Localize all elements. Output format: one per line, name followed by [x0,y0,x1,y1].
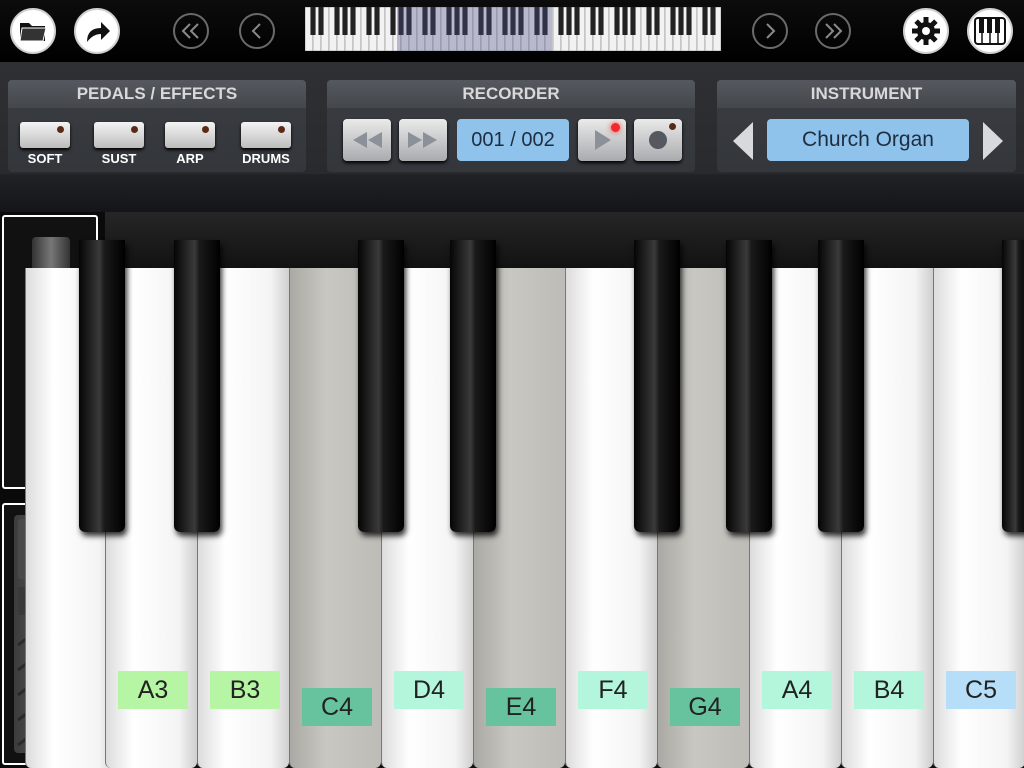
sustain-pedal-button[interactable] [94,122,144,148]
drums-label: DRUMS [242,151,290,166]
mini-black-key [366,7,372,35]
drums-button[interactable] [241,122,291,148]
scroll-left-button[interactable] [239,13,275,49]
recorder-title: RECORDER [327,80,695,108]
note-label-b4: B4 [854,671,924,709]
mini-black-key [630,7,636,35]
note-label-a4: A4 [762,671,832,709]
fast-forward-button[interactable] [399,119,447,161]
mini-black-key [646,7,652,35]
mini-black-key [566,7,572,35]
share-button[interactable] [74,8,120,54]
scroll-far-left-button[interactable] [173,13,209,49]
arp-led [202,126,209,133]
pedals-effects-group: PEDALS / EFFECTS SOFT SUST ARP DRUMS [8,80,306,172]
visible-range-indicator[interactable] [397,7,552,51]
black-key[interactable] [818,240,864,532]
settings-button[interactable] [903,8,949,54]
open-folder-button[interactable] [10,8,56,54]
fast-forward-icon [408,132,437,148]
mini-black-key [318,7,324,35]
triangle-left-icon [733,122,753,160]
note-label-b3: B3 [210,671,280,709]
soft-led [57,126,64,133]
sust-led [131,126,138,133]
keyboard-overview-strip[interactable] [305,7,721,51]
top-bar [0,0,1024,62]
note-label-f4: F4 [578,671,648,709]
track-counter-display: 001 / 002 [457,119,569,161]
keyboard-layout-button[interactable] [967,8,1013,54]
mini-black-key [710,7,716,35]
control-panel: PEDALS / EFFECTS SOFT SUST ARP DRUMS REC… [0,62,1024,212]
mini-black-key [622,7,628,35]
record-icon [649,131,667,149]
mini-black-key [670,7,676,35]
record-button[interactable] [634,119,682,161]
mini-black-key [598,7,604,35]
note-label-d4: D4 [394,671,464,709]
piano-keyboard[interactable]: A3 B3 C4 D4 E4 F4 G4 A4 B4 C5 [25,212,1024,768]
mini-black-key [686,7,692,35]
rewind-button[interactable] [343,119,391,161]
instrument-name-display[interactable]: Church Organ [767,119,969,161]
recorder-group: RECORDER 001 / 002 [327,80,695,172]
gear-icon [912,17,940,45]
mini-black-key [558,7,564,35]
black-key[interactable] [79,240,125,532]
double-left-icon [181,23,199,39]
pedals-effects-title: PEDALS / EFFECTS [8,80,306,108]
mini-black-key [590,7,596,35]
note-label-a3: A3 [118,671,188,709]
drums-led [278,126,285,133]
mini-black-key [702,7,708,35]
black-key[interactable] [174,240,220,532]
record-led [669,123,676,130]
black-key[interactable] [726,240,772,532]
right-icon [766,23,776,39]
soft-label: SOFT [27,151,63,166]
triangle-right-icon [983,122,1003,160]
play-button[interactable] [578,119,626,161]
black-key[interactable] [634,240,680,532]
mini-black-key [374,7,380,35]
mini-black-key [310,7,316,35]
previous-instrument-button[interactable] [729,120,757,162]
mini-black-key [614,7,620,35]
scroll-far-right-button[interactable] [815,13,851,49]
note-label-g4: G4 [670,688,740,726]
soft-pedal-button[interactable] [20,122,70,148]
mini-black-key [390,7,396,35]
instrument-group: INSTRUMENT Church Organ [717,80,1016,172]
arp-label: ARP [176,151,204,166]
mini-black-key [334,7,340,35]
note-label-e4: E4 [486,688,556,726]
rewind-icon [353,132,382,148]
double-right-icon [825,23,843,39]
piano-icon [974,17,1006,45]
key-bed [105,212,1024,268]
mini-black-key [574,7,580,35]
black-key[interactable] [450,240,496,532]
scroll-right-button[interactable] [752,13,788,49]
mini-black-key [350,7,356,35]
play-led [611,123,620,132]
mini-black-key [678,7,684,35]
left-icon [251,23,261,39]
mini-black-key [654,7,660,35]
next-instrument-button[interactable] [979,120,1007,162]
sust-label: SUST [101,151,137,166]
instrument-title: INSTRUMENT [717,80,1016,108]
folder-icon [19,23,47,42]
note-label-c4: C4 [302,688,372,726]
black-key[interactable] [358,240,404,532]
play-icon [595,130,611,150]
black-key[interactable] [1002,240,1024,532]
arp-button[interactable] [165,122,215,148]
share-icon [87,22,110,42]
mini-black-key [342,7,348,35]
note-label-c5: C5 [946,671,1016,709]
